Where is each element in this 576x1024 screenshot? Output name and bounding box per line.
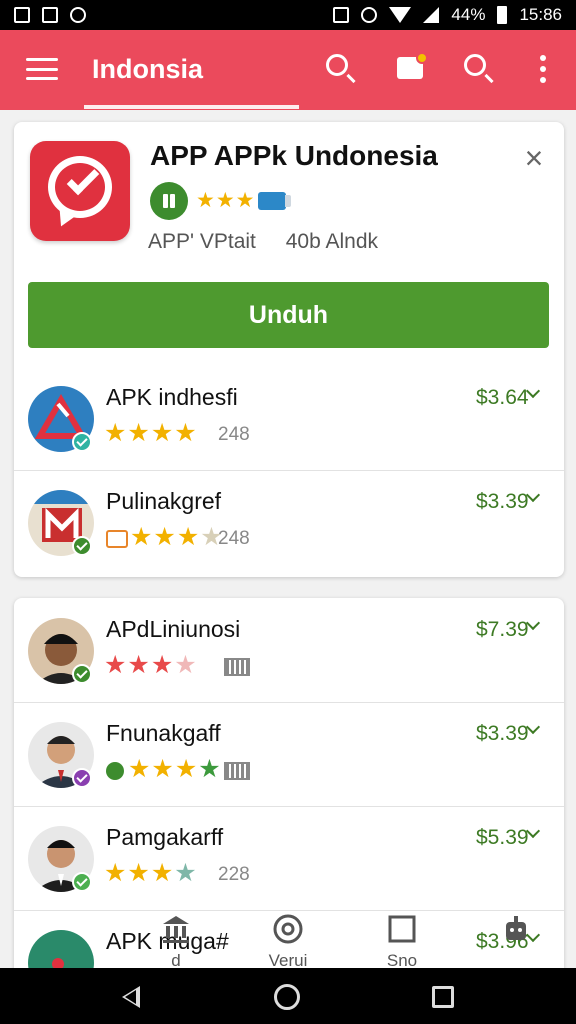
- clock: 15:86: [519, 5, 562, 24]
- divider: [14, 806, 564, 807]
- vibrate-icon: [333, 7, 350, 23]
- shield-badge-icon: [106, 762, 124, 780]
- verified-icon: [72, 768, 92, 788]
- tab-verify[interactable]: Verui: [258, 912, 318, 971]
- app-bar: Indonsia: [0, 30, 576, 110]
- app-name: Fnunakgaff: [106, 720, 221, 746]
- price: $3.39: [476, 490, 529, 513]
- app-name: APdLiniunosi: [106, 616, 241, 642]
- tab-snap[interactable]: Sno: [374, 912, 430, 971]
- home-icon[interactable]: [274, 984, 300, 1010]
- wifi-icon: [389, 7, 412, 23]
- status-right: 44% 15:86: [333, 5, 562, 25]
- do-not-disturb-icon: [361, 7, 378, 23]
- divider: [14, 910, 564, 911]
- more-options-icon[interactable]: [526, 52, 560, 86]
- signal-icon: [423, 7, 440, 23]
- sync-icon: [70, 7, 86, 23]
- tab-home[interactable]: d: [150, 912, 202, 971]
- featured-card: APP APPk Undonesia × ★★★ APP' VPtait 40b…: [14, 122, 564, 577]
- battery-icon: [497, 6, 508, 24]
- store-notification-icon[interactable]: [394, 52, 428, 86]
- rating-stars: ★★★★: [104, 651, 198, 679]
- verified-icon: [72, 872, 92, 892]
- list-item[interactable]: Fnunakgaff ★★★★ $3.39: [14, 702, 564, 806]
- app-name: APK indhesfi: [106, 384, 238, 410]
- back-icon[interactable]: [122, 986, 140, 1008]
- close-icon[interactable]: ×: [520, 142, 548, 174]
- screenshot-icon: [14, 7, 30, 23]
- price: $5.39: [476, 826, 529, 849]
- system-nav-bar: [0, 968, 576, 1024]
- page-title: Indonsia: [92, 54, 204, 84]
- recent-apps-icon[interactable]: [432, 986, 454, 1008]
- featured-app-title: APP APPk Undonesia: [150, 140, 438, 171]
- price: $3.39: [476, 722, 529, 745]
- price: $3.64: [476, 386, 529, 409]
- verified-icon: [72, 432, 92, 452]
- list-item[interactable]: APK indhesfi ★★★★ 248 $3.64: [14, 366, 564, 470]
- rating-count: 248: [218, 528, 250, 549]
- list-item[interactable]: APdLiniunosi ★★★★ $7.39: [14, 598, 564, 702]
- zoom-search-icon[interactable]: [462, 52, 496, 86]
- rating-count: 248: [218, 424, 250, 445]
- divider: [14, 470, 564, 471]
- rating-stars: ★★★★: [104, 859, 198, 887]
- tab-profile[interactable]: [494, 912, 538, 951]
- featured-rating-stars: ★★★: [196, 189, 256, 212]
- hamburger-menu-icon[interactable]: [26, 58, 58, 80]
- featured-meta-left: APP' VPtait: [148, 230, 256, 253]
- battery-percent: 44%: [451, 5, 486, 24]
- rating-stars: ★★★★: [130, 523, 224, 551]
- list-item[interactable]: Pulinakgref ★★★★ 248 $3.39: [14, 470, 564, 574]
- barcode-icon: [224, 762, 250, 780]
- featured-app-icon[interactable]: [30, 141, 130, 241]
- at-icon: [273, 914, 303, 944]
- search-icon[interactable]: [324, 52, 358, 86]
- screen: 44% 15:86 Indonsia APP APPk Undonesia × …: [0, 0, 576, 1024]
- rating-count: 228: [218, 864, 250, 885]
- app-name: Pamgakarff: [106, 824, 224, 850]
- barcode-icon: [224, 658, 250, 676]
- featured-meta: APP' VPtait 40b Alndk: [148, 230, 402, 254]
- title-underline: [84, 105, 299, 109]
- pause-badge-icon: [150, 182, 188, 220]
- list-item[interactable]: Pamgakarff ★★★★ 228 $5.39: [14, 806, 564, 910]
- rating-stars: ★★★★: [104, 419, 198, 447]
- rating-stars: ★★★★: [128, 755, 222, 783]
- featured-meta-right: 40b Alndk: [285, 230, 378, 253]
- verified-icon: [72, 664, 92, 684]
- status-left: [14, 7, 86, 23]
- category-badge-icon: [106, 530, 128, 548]
- robot-icon: [506, 916, 526, 940]
- verified-icon: [72, 536, 92, 556]
- bank-icon: [163, 916, 189, 943]
- bottom-tab-bar: d Verui Sno: [0, 912, 576, 971]
- price: $7.39: [476, 618, 529, 641]
- clipboard-icon: [42, 7, 58, 23]
- download-button[interactable]: Unduh: [28, 282, 549, 348]
- status-bar: 44% 15:86: [0, 0, 576, 30]
- battery-badge-icon: [258, 192, 291, 210]
- app-name: Pulinakgref: [106, 488, 222, 514]
- divider: [14, 702, 564, 703]
- square-icon: [388, 915, 416, 943]
